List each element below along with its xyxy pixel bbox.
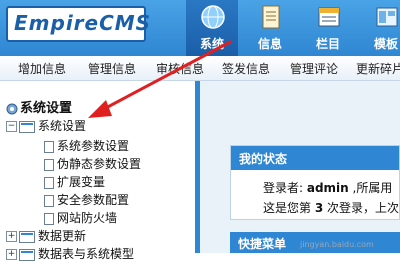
nav-tab-label: 模板 (373, 37, 398, 51)
column-icon (318, 7, 340, 27)
logo-text: EmpireCMS (14, 11, 152, 35)
tree-leaf-label: 伪静态参数设置 (57, 157, 142, 171)
tree-leaf-label: 系统参数设置 (57, 139, 130, 153)
nav-tab-label: 信息 (257, 37, 282, 51)
tree-node-system-settings[interactable]: − 系统设置 (6, 117, 86, 134)
watermark: jingyan.baidu.com (300, 240, 374, 249)
page-icon (44, 194, 54, 207)
nav-tab-template[interactable]: 模板 (360, 0, 400, 56)
expand-icon[interactable]: + (6, 249, 17, 260)
app-header: EmpireCMS 系统 信息 栏目 模板 (0, 0, 400, 56)
login-count-suffix: 次登录，上次 (323, 201, 400, 215)
tree-node-label: 数据更新 (38, 229, 87, 243)
menu-manage-info[interactable]: 管理信息 (88, 60, 136, 77)
logo[interactable]: EmpireCMS (6, 6, 150, 42)
quick-menu-title: 快捷菜单 (238, 237, 287, 251)
nav-tab-info[interactable]: 信息 (244, 0, 296, 56)
page-icon (44, 140, 54, 153)
sidebar-title-text: 系统设置 (20, 101, 73, 116)
template-icon (376, 7, 398, 27)
login-username: admin (306, 181, 349, 195)
login-count: 3 (314, 201, 324, 215)
page-icon (44, 158, 54, 171)
login-user-prefix: 登录者: (263, 181, 307, 195)
page-icon (44, 176, 54, 189)
tree-node-tables-models[interactable]: + 数据表与系统模型 (6, 245, 134, 262)
sidebar-title: 系统设置 (6, 97, 72, 116)
tree-leaf-extend-vars[interactable]: 扩展变量 (44, 173, 105, 190)
nav-tab-column[interactable]: 栏目 (302, 0, 354, 56)
menu-review-info[interactable]: 审核信息 (156, 60, 204, 77)
globe-icon (201, 5, 225, 29)
status-panel: 我的状态 登录者: admin ,所属用 这是您第 3 次登录，上次 (230, 145, 400, 220)
tree-node-label: 数据表与系统模型 (38, 247, 135, 261)
expand-icon[interactable]: + (6, 231, 17, 242)
nav-tab-system[interactable]: 系统 (186, 0, 238, 56)
folder-icon (19, 248, 35, 261)
collapse-icon[interactable]: − (6, 121, 17, 132)
tree-leaf-label: 安全参数配置 (57, 193, 130, 207)
menu-bar: 增加信息 管理信息 审核信息 签发信息 管理评论 更新碎片 (0, 56, 400, 81)
tree-leaf-system-params[interactable]: 系统参数设置 (44, 137, 129, 154)
tree-leaf-security-config[interactable]: 安全参数配置 (44, 191, 129, 208)
menu-update-fragments[interactable]: 更新碎片 (356, 60, 400, 77)
sidebar: 系统设置 − 系统设置 系统参数设置 伪静态参数设置 扩展变量 安全参数配置 网站… (0, 81, 195, 261)
menu-add-info[interactable]: 增加信息 (18, 60, 66, 77)
tree-leaf-rewrite-params[interactable]: 伪静态参数设置 (44, 155, 141, 172)
login-count-prefix: 这是您第 (263, 201, 315, 215)
tree-node-data-update[interactable]: + 数据更新 (6, 227, 86, 244)
document-icon (262, 5, 280, 29)
status-panel-header: 我的状态 (231, 146, 399, 170)
nav-tab-label: 栏目 (315, 37, 340, 51)
folder-icon (19, 120, 35, 133)
login-user-suffix: ,所属用 (348, 181, 393, 195)
tree-leaf-firewall[interactable]: 网站防火墙 (44, 209, 117, 226)
tree-leaf-label: 网站防火墙 (57, 211, 118, 225)
folder-icon (19, 230, 35, 243)
menu-sign-info[interactable]: 签发信息 (222, 60, 270, 77)
nav-tab-label: 系统 (199, 37, 224, 51)
login-count-line: 这是您第 3 次登录，上次 (263, 199, 399, 216)
page-icon (44, 212, 54, 225)
settings-icon (6, 103, 18, 114)
tree-node-label: 系统设置 (38, 119, 87, 133)
tree-leaf-label: 扩展变量 (57, 175, 106, 189)
menu-manage-comments[interactable]: 管理评论 (290, 60, 338, 77)
status-panel-title: 我的状态 (239, 152, 288, 166)
login-user-line: 登录者: admin ,所属用 (263, 179, 392, 196)
